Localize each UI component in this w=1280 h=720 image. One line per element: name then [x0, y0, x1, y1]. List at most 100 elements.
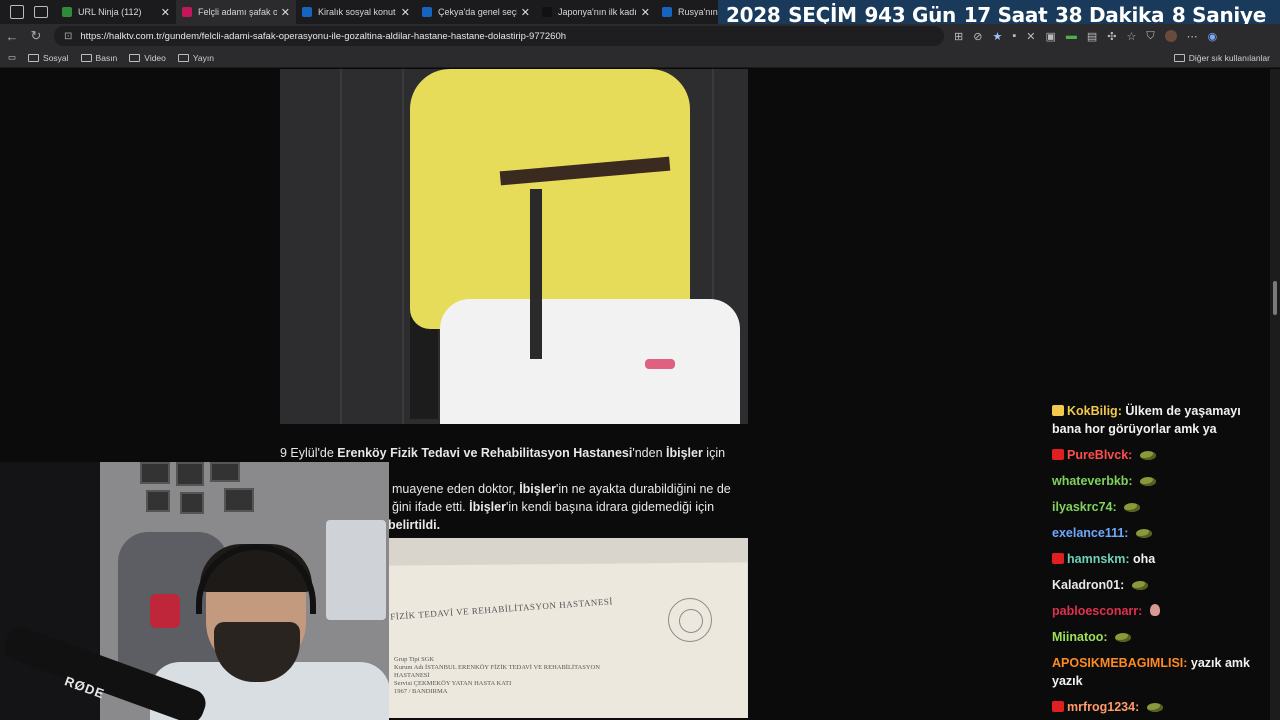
document-line: Grup Tipi SGK — [394, 656, 435, 663]
other-favorites[interactable]: Diğer sık kullanılanlar — [1173, 52, 1270, 63]
bookmark-label: Yayın — [192, 52, 214, 63]
tab-favicon-icon — [302, 7, 312, 17]
document-line: 1967 / BANDIRMA — [394, 688, 448, 695]
extensions-icon[interactable]: ✣ — [1107, 30, 1116, 43]
folder-icon — [1173, 53, 1185, 62]
chat-text: oha — [1133, 552, 1156, 566]
tab-favicon-icon — [542, 7, 552, 17]
browser-tab[interactable]: URL Ninja (112) ✕ — [56, 0, 176, 24]
extension-5-icon[interactable]: ▤ — [1087, 30, 1097, 43]
browser-tab[interactable]: Japonya'nın ilk kadın ✕ — [536, 0, 656, 24]
chat-badge-icon — [1052, 405, 1064, 416]
extension-3-icon[interactable]: ▣ — [1045, 30, 1055, 43]
yellow-shirt — [410, 69, 690, 329]
more-menu-icon[interactable]: ⋯ — [1187, 30, 1198, 43]
workspaces-icon[interactable] — [10, 5, 24, 19]
bookmark-folder-video[interactable]: Video — [129, 53, 166, 63]
chat-message: PureBlvck: — [1048, 444, 1268, 466]
favorites-icon[interactable]: ☆ — [1126, 30, 1136, 43]
text-span: ğini ifade etti. — [392, 500, 470, 514]
browser-tab[interactable]: Çekya'da genel seçim ✕ — [416, 0, 536, 24]
chat-separator: : — [1103, 630, 1112, 644]
chat-message: mrfrog1234: — [1048, 696, 1268, 718]
chat-separator: : — [1135, 700, 1143, 714]
address-bar: ← ↻ ⊡ https://halktv.com.tr/gundem/felcl… — [0, 24, 1280, 48]
reload-icon[interactable]: ↻ — [24, 28, 48, 44]
text-span: muayene eden doktor, — [392, 482, 520, 496]
head-emote-icon — [1149, 604, 1160, 616]
chat-separator: : — [1125, 552, 1133, 566]
frog-emote-icon — [1115, 633, 1132, 642]
browser-tab[interactable]: Kiralık sosyal konut pr ✕ — [296, 0, 416, 24]
text-span: 'nden — [632, 446, 666, 460]
close-tab-icon[interactable]: ✕ — [641, 6, 650, 19]
chat-username[interactable]: pabloesconarr — [1052, 604, 1138, 618]
page-scrollbar[interactable] — [1270, 69, 1280, 720]
chat-username[interactable]: APOSIKMEBAGIMLISI — [1052, 656, 1183, 670]
bookmarks-menu-icon[interactable]: ▭ — [8, 52, 16, 63]
chat-badge-icon — [1052, 553, 1064, 564]
shield-icon[interactable]: ⛉ — [1146, 30, 1154, 43]
chat-username[interactable]: hamnskm — [1067, 552, 1125, 566]
close-tab-icon[interactable]: ✕ — [401, 6, 410, 19]
chat-separator: : — [1120, 578, 1128, 592]
tab-title: Felçli adamı şafak ope — [198, 7, 277, 17]
article-photo-document: FİZİK TEDAVİ VE REHABİLİTASYON HASTANESİ… — [388, 538, 748, 718]
close-tab-icon[interactable]: ✕ — [161, 6, 170, 19]
profile-avatar[interactable] — [1164, 30, 1177, 42]
chat-message: KokBilig: Ülkem de yaşamayı bana hor gör… — [1048, 400, 1268, 440]
extension-4-icon[interactable]: ▬ — [1066, 30, 1077, 42]
back-icon[interactable]: ← — [0, 29, 24, 44]
document-line: Kurum Adı İSTANBUL ERENKÖY FİZİK TEDAVİ … — [394, 664, 600, 671]
copilot-icon[interactable]: ◉ — [1208, 30, 1218, 43]
chat-username[interactable]: exelance111 — [1052, 526, 1124, 540]
chat-badge-icon — [1052, 701, 1064, 712]
extension-2-icon[interactable]: ✕ — [1026, 30, 1035, 43]
scrollbar-thumb[interactable] — [1273, 281, 1277, 315]
frog-emote-icon — [1146, 703, 1163, 712]
tab-actions-icon[interactable] — [34, 6, 48, 18]
person-name: İbişler — [666, 446, 703, 460]
close-tab-icon[interactable]: ✕ — [521, 6, 530, 19]
bookmark-folder-sosyal[interactable]: Sosyal — [28, 53, 69, 63]
bookmarks-bar: ▭ Sosyal Basın Video Yayın Diğer sık kul… — [0, 48, 1280, 68]
chat-username[interactable]: ilyaskrc74 — [1052, 500, 1112, 514]
folder-icon — [177, 53, 189, 62]
tracking-icon[interactable]: ⊘ — [973, 30, 982, 43]
chat-username[interactable]: KokBilig — [1067, 404, 1118, 418]
hospital-wristband — [645, 359, 675, 369]
favorite-star-icon[interactable]: ★ — [992, 30, 1002, 43]
streamer-webcam: RØDE — [0, 462, 389, 720]
bookmark-folder-basin[interactable]: Basın — [80, 52, 118, 63]
stream-chat: KokBilig: Ülkem de yaşamayı bana hor gör… — [1048, 400, 1268, 720]
chat-separator: : — [1112, 500, 1121, 514]
chat-username[interactable]: whateverbkb — [1052, 474, 1128, 488]
frog-emote-icon — [1124, 503, 1141, 512]
bookmark-label: Diğer sık kullanılanlar — [1188, 52, 1270, 63]
chat-message: Kaladron01: — [1048, 574, 1268, 596]
chat-message: APOSIKMEBAGIMLISI: yazık amk yazık — [1048, 652, 1268, 692]
chair-accent — [150, 594, 180, 628]
folder-icon — [28, 53, 40, 62]
chat-username[interactable]: Miinatoo — [1052, 630, 1103, 644]
bookmark-folder-yayin[interactable]: Yayın — [177, 52, 214, 63]
person-name: İbişler — [469, 500, 506, 514]
chat-badge-icon — [1052, 449, 1064, 460]
ministry-seal-icon — [668, 598, 712, 642]
chat-separator: : — [1124, 526, 1132, 540]
extension-1-icon[interactable]: ▪ — [1012, 30, 1016, 42]
chat-username[interactable]: mrfrog1234 — [1067, 700, 1135, 714]
frog-emote-icon — [1135, 529, 1152, 538]
url-field[interactable]: ⊡ https://halktv.com.tr/gundem/felcli-ad… — [54, 26, 944, 46]
browser-tab[interactable]: Felçli adamı şafak ope ✕ — [176, 0, 296, 24]
bookmark-label: Sosyal — [43, 52, 69, 63]
chat-username[interactable]: PureBlvck — [1067, 448, 1128, 462]
bookmark-label: Basın — [95, 52, 118, 63]
chat-username[interactable]: Kaladron01 — [1052, 578, 1120, 592]
tab-title: Çekya'da genel seçim — [438, 7, 517, 17]
site-info-icon[interactable]: ⊡ — [64, 31, 72, 42]
hospital-name: Erenköy Fizik Tedavi ve Rehabilitasyon H… — [337, 446, 633, 460]
close-tab-icon[interactable]: ✕ — [281, 6, 290, 19]
split-screen-icon[interactable]: ⊞ — [954, 30, 963, 43]
tab-title: Japonya'nın ilk kadın — [558, 7, 637, 17]
